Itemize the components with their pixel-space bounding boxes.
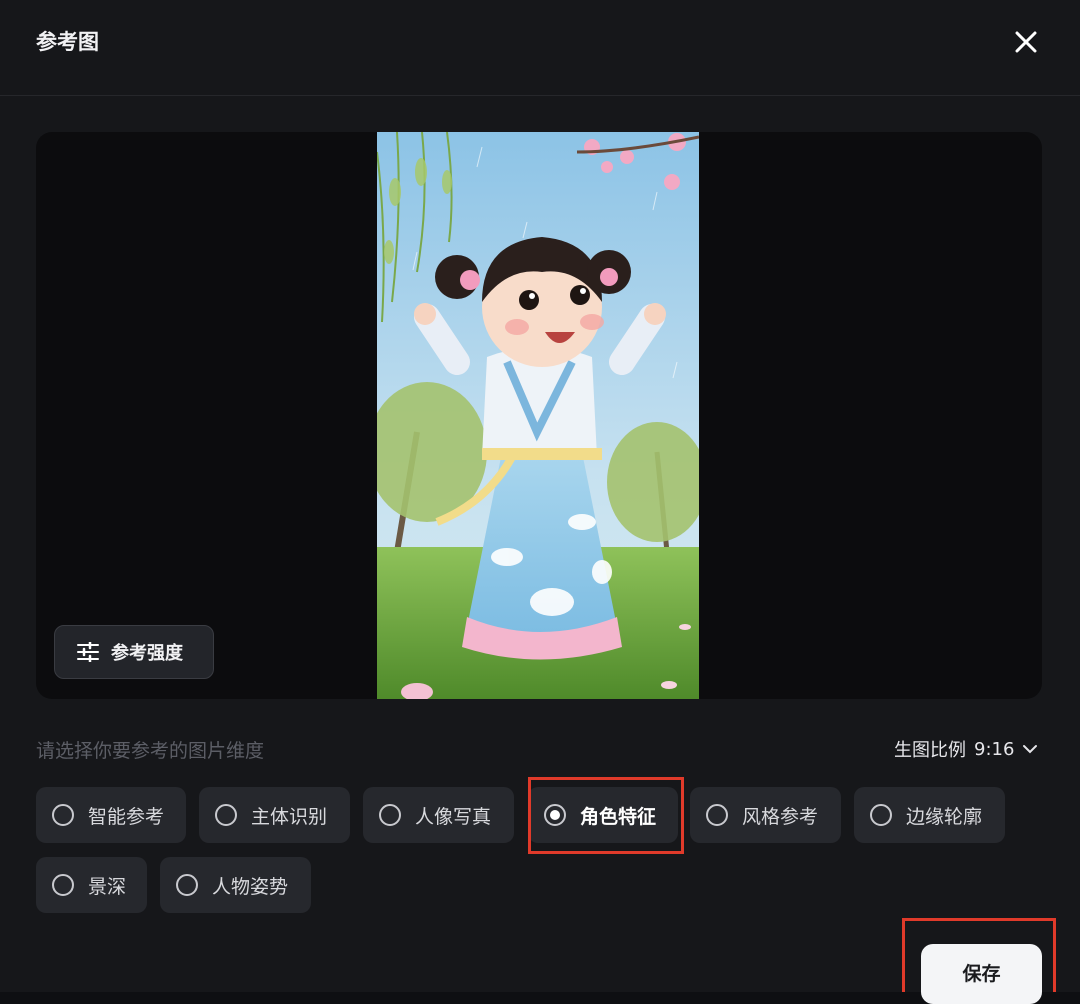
option-depth-of-field[interactable]: 景深 (36, 857, 147, 913)
radio-icon (706, 804, 728, 826)
close-button[interactable] (1006, 22, 1046, 62)
option-label: 人物姿势 (212, 875, 289, 898)
aspect-ratio-label: 生图比例 (894, 740, 966, 761)
image-preview-area: 参考强度 (36, 132, 1042, 699)
option-subject-recognition[interactable]: 主体识别 (199, 787, 350, 843)
radio-icon (215, 804, 237, 826)
radio-icon (379, 804, 401, 826)
sliders-icon (77, 642, 99, 662)
aspect-ratio-value: 9:16 (974, 738, 1015, 760)
option-human-pose[interactable]: 人物姿势 (160, 857, 311, 913)
radio-icon (176, 874, 198, 896)
chevron-down-icon (1022, 744, 1038, 754)
dimension-hint: 请选择你要参考的图片维度 (36, 740, 265, 762)
close-icon (1015, 31, 1037, 53)
reference-strength-button[interactable]: 参考强度 (54, 625, 214, 679)
aspect-ratio-dropdown[interactable]: 生图比例 9:16 (894, 736, 1038, 762)
option-label: 人像写真 (415, 805, 492, 828)
dialog-header: 参考图 (0, 0, 1080, 96)
dialog-title: 参考图 (36, 30, 99, 54)
highlight-box-option (528, 777, 684, 854)
reference-image-dialog: 参考图 参考强度 请选择你要参考的图片维度 生图比例 9:16 智能参考 主体识… (0, 0, 1080, 1004)
save-button[interactable]: 保存 (921, 944, 1042, 1004)
option-label: 智能参考 (88, 805, 165, 828)
reference-strength-label: 参考强度 (111, 643, 183, 664)
reference-image (377, 132, 699, 699)
option-label: 风格参考 (742, 805, 819, 828)
radio-icon (52, 804, 74, 826)
option-edge-outline[interactable]: 边缘轮廓 (854, 787, 1005, 843)
radio-icon (870, 804, 892, 826)
option-smart-reference[interactable]: 智能参考 (36, 787, 186, 843)
option-label: 景深 (88, 875, 127, 898)
option-label: 边缘轮廓 (906, 805, 983, 828)
option-portrait[interactable]: 人像写真 (363, 787, 514, 843)
radio-icon (52, 874, 74, 896)
option-label: 主体识别 (251, 805, 328, 828)
option-style-reference[interactable]: 风格参考 (690, 787, 841, 843)
